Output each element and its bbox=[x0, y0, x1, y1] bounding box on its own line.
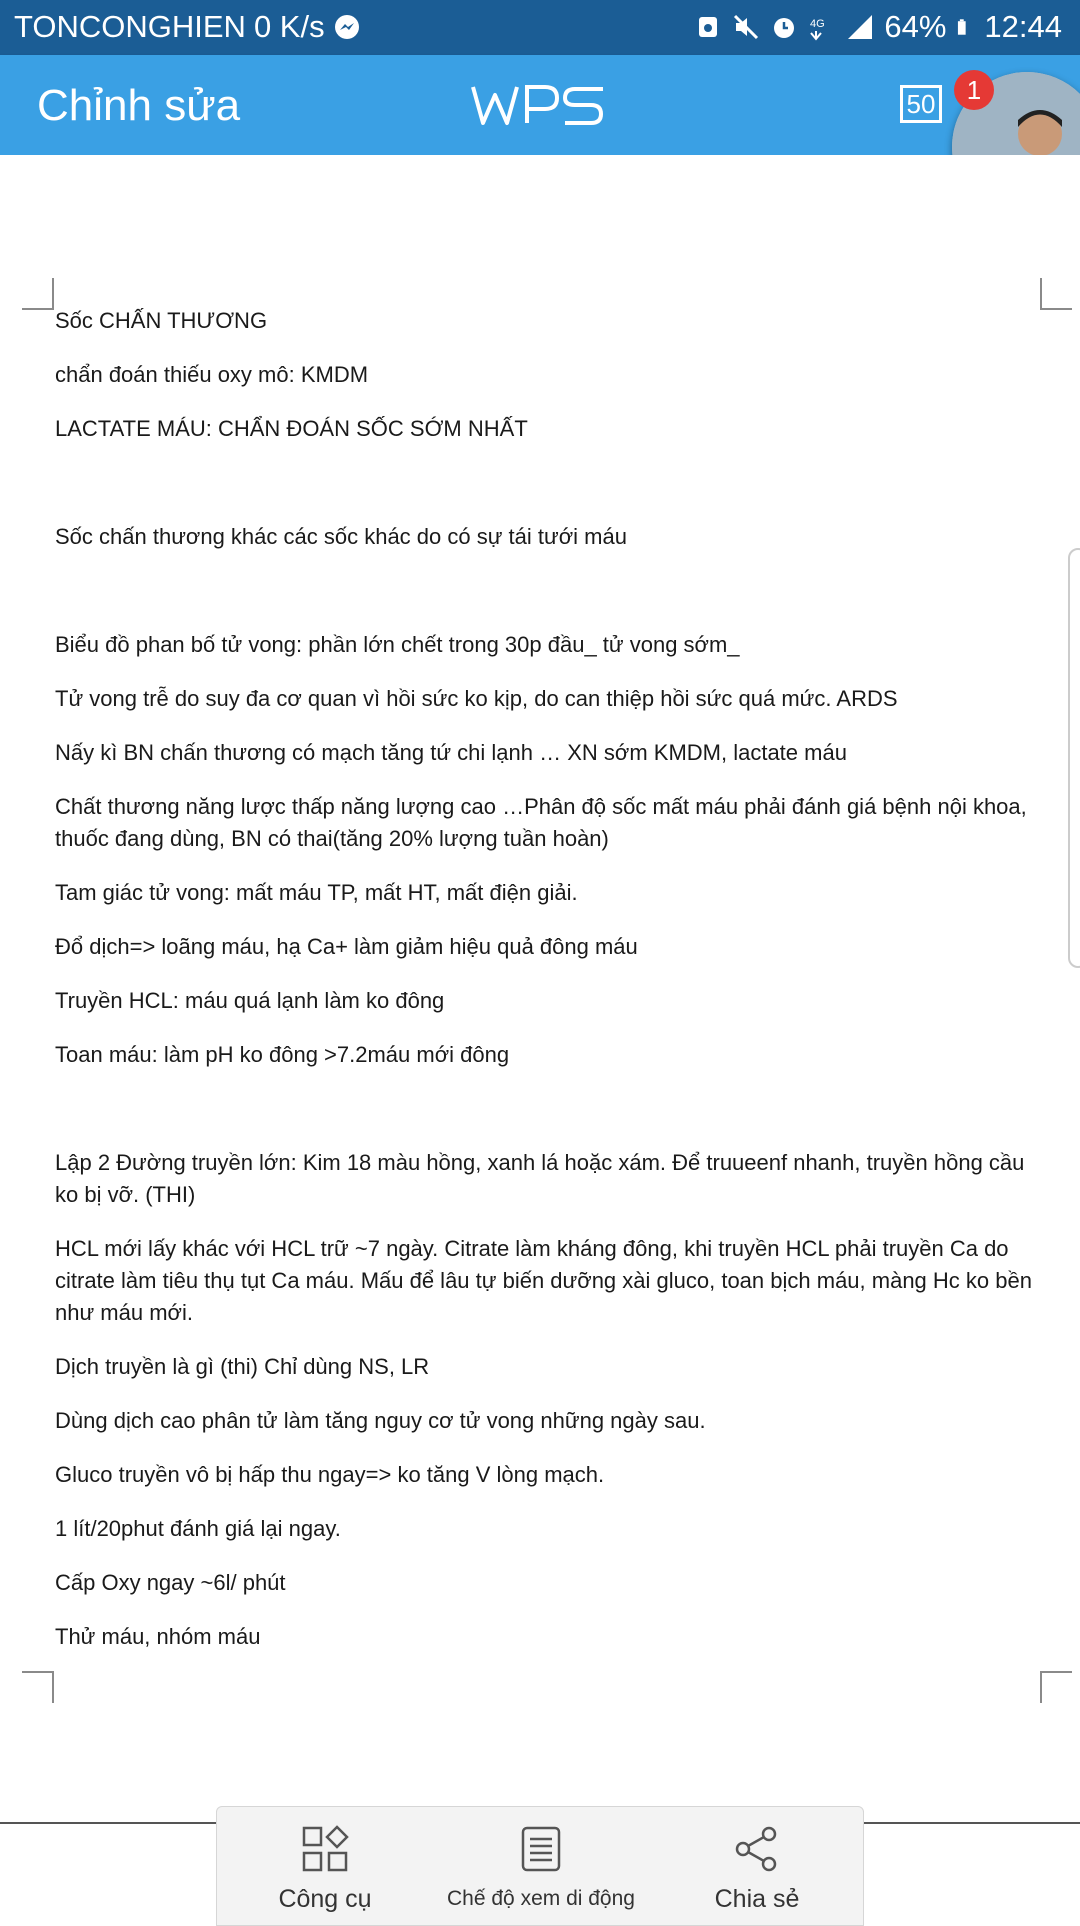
4g-icon: 4G bbox=[810, 18, 825, 41]
nfc-icon bbox=[699, 17, 718, 37]
battery-percent: 64% bbox=[884, 9, 947, 44]
document-page[interactable]: Sốc CHẤN THƯƠNG chẩn đoán thiếu oxy mô: K… bbox=[0, 155, 1080, 1820]
margin-corner-top-left bbox=[22, 278, 54, 310]
document-paragraph[interactable]: Tam giác tử vong: mất máu TP, mất HT, mấ… bbox=[55, 877, 1035, 909]
document-paragraph[interactable]: Sốc chấn thương khác các sốc khác do có … bbox=[55, 521, 1035, 553]
margin-corner-bottom-right bbox=[1040, 1671, 1072, 1703]
share-label: Chia sẻ bbox=[714, 1885, 800, 1913]
share-icon bbox=[735, 1826, 777, 1872]
document-body[interactable]: Sốc CHẤN THƯƠNG chẩn đoán thiếu oxy mô: K… bbox=[55, 305, 1035, 1675]
document-paragraph[interactable]: Tử vong trễ do suy đa cơ quan vì hồi sức… bbox=[55, 683, 1035, 715]
tools-button[interactable]: Công cụ bbox=[217, 1807, 433, 1921]
mute-icon bbox=[734, 14, 759, 40]
app-bar: Chỉnh sửa 50 bbox=[0, 55, 1080, 155]
carrier-name: TONCONGHIEN bbox=[14, 9, 246, 44]
margin-corner-bottom-left bbox=[22, 1671, 54, 1703]
clock: 12:44 bbox=[984, 9, 1062, 44]
document-paragraph[interactable]: LACTATE MÁU: CHẨN ĐOÁN SỐC SỚM NHẤT bbox=[55, 413, 1035, 445]
document-paragraph[interactable]: Thử máu, nhóm máu bbox=[55, 1621, 1035, 1653]
wps-logo bbox=[471, 85, 604, 125]
network-speed: 0 K/s bbox=[253, 9, 325, 44]
document-paragraph[interactable]: HCL mới lấy khác với HCL trữ ~7 ngày. Ci… bbox=[55, 1233, 1035, 1329]
notification-badge: 1 bbox=[954, 70, 994, 110]
blank-paragraph[interactable] bbox=[55, 1093, 1035, 1125]
alarm-icon bbox=[774, 18, 795, 38]
page-count-button[interactable]: 50 bbox=[900, 85, 942, 123]
document-paragraph[interactable]: Truyền HCL: máu quá lạnh làm ko đông bbox=[55, 985, 1035, 1017]
document-paragraph[interactable]: Cấp Oxy ngay ~6l/ phút bbox=[55, 1567, 1035, 1599]
svg-text:4G: 4G bbox=[810, 18, 825, 30]
document-paragraph[interactable]: Gluco truyền vô bị hấp thu ngay=> ko tăn… bbox=[55, 1459, 1035, 1491]
blank-paragraph[interactable] bbox=[55, 467, 1035, 499]
bottom-toolbar: Công cụ Chế độ xem di động Chia sẻ bbox=[216, 1806, 864, 1926]
document-paragraph[interactable]: Chất thương năng lược thấp năng lượng ca… bbox=[55, 791, 1035, 855]
document-paragraph[interactable]: chẩn đoán thiếu oxy mô: KMDM bbox=[55, 359, 1035, 391]
document-paragraph[interactable]: Dịch truyền là gì (thi) Chỉ dùng NS, LR bbox=[55, 1351, 1035, 1383]
battery-icon bbox=[958, 19, 967, 35]
edit-title[interactable]: Chỉnh sửa bbox=[37, 81, 240, 131]
mobile-view-label: Chế độ xem di động bbox=[447, 1887, 635, 1910]
scroll-handle[interactable] bbox=[1068, 548, 1080, 968]
blank-paragraph[interactable] bbox=[55, 575, 1035, 607]
document-paragraph[interactable]: Đổ dịch=> loãng máu, hạ Ca+ làm giảm hiệ… bbox=[55, 931, 1035, 963]
document-paragraph[interactable]: Lập 2 Đường truyền lớn: Kim 18 màu hồng,… bbox=[55, 1147, 1035, 1211]
document-paragraph[interactable]: Toan máu: làm pH ko đông >7.2máu mới đôn… bbox=[55, 1039, 1035, 1071]
document-paragraph[interactable]: Nấy kì BN chấn thương có mạch tăng tứ ch… bbox=[55, 737, 1035, 769]
grid-tools-icon bbox=[302, 1825, 349, 1872]
document-paragraph[interactable]: Sốc CHẤN THƯƠNG bbox=[55, 305, 1035, 337]
mobile-view-icon bbox=[521, 1826, 561, 1872]
signal-icon bbox=[848, 15, 873, 39]
mobile-view-button[interactable]: Chế độ xem di động bbox=[433, 1807, 649, 1921]
document-paragraph[interactable]: 1 lít/20phut đánh giá lại ngay. bbox=[55, 1513, 1035, 1545]
share-button[interactable]: Chia sẻ bbox=[649, 1807, 865, 1921]
document-paragraph[interactable]: Dùng dịch cao phân tử làm tăng nguy cơ t… bbox=[55, 1405, 1035, 1437]
status-bar: TONCONGHIEN 0 K/s 4G 64% 12:44 bbox=[0, 0, 1080, 55]
messenger-icon bbox=[334, 15, 359, 39]
tools-label: Công cụ bbox=[278, 1885, 372, 1913]
document-paragraph[interactable]: Biểu đồ phan bố tử vong: phần lớn chết t… bbox=[55, 629, 1035, 661]
margin-corner-top-right bbox=[1040, 278, 1072, 310]
